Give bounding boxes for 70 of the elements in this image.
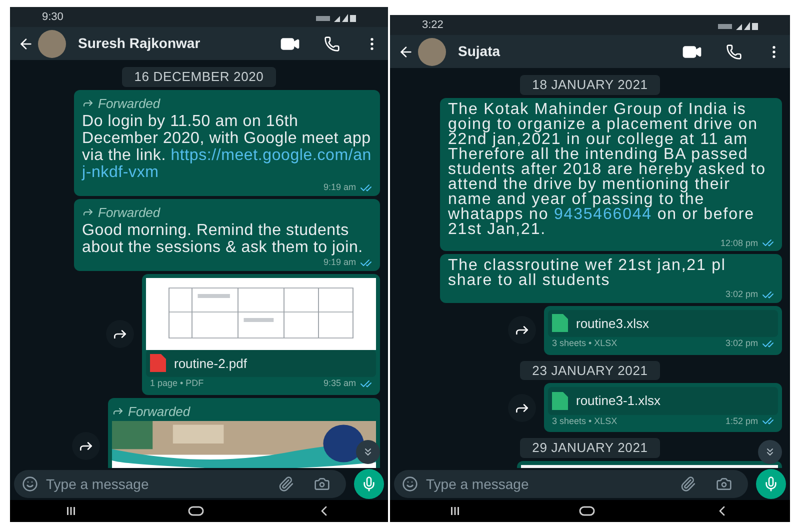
- date-chip: 29 JANUARY 2021: [520, 438, 660, 458]
- file-name: routine3.xlsx: [576, 314, 649, 332]
- share-button[interactable]: [72, 432, 100, 460]
- forwarded-icon: [112, 405, 124, 418]
- message-time: 12:08 pm: [720, 236, 758, 250]
- message-time: 9:19 am: [323, 181, 356, 194]
- file-meta: 3 sheets • XLSX: [552, 337, 618, 350]
- home-icon[interactable]: [188, 506, 204, 516]
- camera-icon[interactable]: [716, 476, 732, 492]
- status-time: 3:22: [422, 18, 444, 33]
- phone-call-icon[interactable]: [726, 44, 742, 60]
- mic-button[interactable]: [354, 469, 384, 499]
- file-name: routine3-1.xlsx: [576, 392, 661, 410]
- microphone-icon: [763, 476, 779, 492]
- home-icon[interactable]: [578, 506, 595, 516]
- message-time: 9:35 am: [323, 377, 356, 390]
- mic-button[interactable]: [756, 469, 786, 499]
- back-arrow-icon[interactable]: [398, 44, 414, 60]
- read-ticks-icon: [360, 256, 372, 269]
- date-chip: 23 JANUARY 2021: [520, 360, 660, 380]
- attach-icon[interactable]: [680, 476, 696, 492]
- forwarded-label: Forwarded: [128, 402, 190, 420]
- contact-name[interactable]: Sujata: [458, 41, 678, 62]
- attach-icon[interactable]: [278, 476, 294, 492]
- read-ticks-icon: [360, 182, 372, 194]
- message-field[interactable]: Type a message: [394, 470, 748, 498]
- contact-avatar[interactable]: [38, 30, 66, 58]
- signal-icon: [316, 12, 356, 22]
- date-chip: 18 JANUARY 2021: [520, 75, 660, 94]
- message-text: The classroutine wef 21st jan,21 pl share to all students: [448, 258, 726, 288]
- message-time: 1:52 pm: [725, 414, 758, 428]
- share-button[interactable]: [106, 320, 134, 348]
- emoji-icon[interactable]: [22, 476, 38, 492]
- message-input[interactable]: Type a message: [46, 474, 270, 494]
- file-name: routine-2.pdf: [174, 354, 247, 373]
- message-time: 3:02 pm: [725, 288, 758, 301]
- camera-icon[interactable]: [314, 476, 330, 492]
- read-ticks-icon: [762, 338, 774, 350]
- message-field[interactable]: Type a message: [14, 470, 346, 498]
- message-text: Good morning. Remind the students about the sessions & ask them to join.: [82, 222, 364, 256]
- chevrons-down-icon: [764, 446, 776, 458]
- date-chip: 16 DECEMBER 2020: [122, 67, 276, 86]
- forwarded-icon: [82, 97, 94, 110]
- forwarded-label: Forwarded: [98, 204, 160, 222]
- chevrons-down-icon: [362, 446, 374, 458]
- contact-avatar[interactable]: [418, 38, 446, 66]
- read-ticks-icon: [762, 288, 774, 301]
- scroll-down-button[interactable]: [758, 440, 782, 464]
- file-meta: 1 page • PDF: [150, 377, 204, 390]
- read-ticks-icon: [762, 237, 774, 250]
- message-text: Do login by 11.50 am on 16th December 2020, with Google meet app via the link. https://meet.google.com/anj-nkdf-vxm: [82, 113, 372, 181]
- status-time: 9:30: [42, 10, 64, 25]
- file-meta: 3 sheets • XLSX: [552, 414, 618, 428]
- message-input[interactable]: Type a message: [426, 474, 672, 494]
- recents-icon[interactable]: [66, 506, 76, 516]
- share-button[interactable]: [508, 394, 536, 422]
- contact-name[interactable]: Suresh Rajkonwar: [78, 33, 276, 54]
- read-ticks-icon: [360, 378, 372, 390]
- signal-icon: [718, 20, 758, 30]
- microphone-icon: [361, 476, 377, 492]
- message-time: 9:19 am: [323, 256, 356, 269]
- emoji-icon[interactable]: [402, 476, 418, 492]
- phone-call-icon[interactable]: [324, 36, 340, 52]
- share-button[interactable]: [508, 316, 536, 344]
- message-time: 3:02 pm: [725, 337, 758, 350]
- message-text: The Kotak Mahinder Group of India is going to organize a placement drive on 22nd jan,2021 in our college at 11 am Therefore all the intending BA passed students after 2018 are hereby asked to attend the drive by mentioning their name and year of passing to the whatapps no 9435466044 on or before 21st Jan,21.: [448, 102, 767, 236]
- recents-icon[interactable]: [450, 506, 460, 516]
- read-ticks-icon: [762, 415, 774, 428]
- forwarded-icon: [82, 206, 94, 218]
- forwarded-label: Forwarded: [98, 94, 160, 112]
